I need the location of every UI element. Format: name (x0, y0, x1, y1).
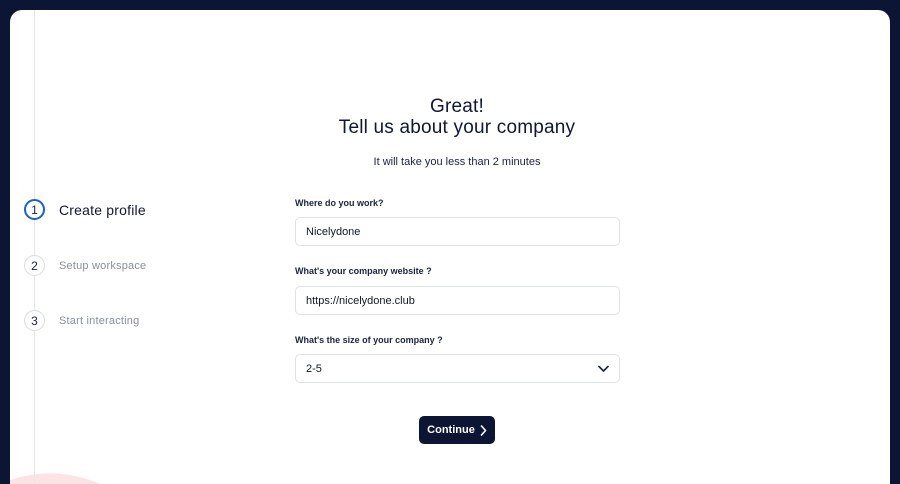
step-label: Create profile (59, 201, 146, 218)
company-field[interactable] (295, 217, 620, 246)
company-label: Where do you work? (295, 198, 384, 208)
company-size-select[interactable]: 2-5 (295, 354, 620, 383)
size-label: What's the size of your company ? (295, 335, 443, 345)
onboarding-card: 1 Create profile 2 Setup workspace 3 Sta… (10, 10, 890, 484)
step-number: 1 (24, 199, 45, 220)
step-setup-workspace: 2 Setup workspace (24, 255, 146, 276)
continue-button[interactable]: Continue (419, 416, 495, 444)
title-line-2: Tell us about your company (338, 117, 576, 138)
step-label: Start interacting (59, 314, 140, 327)
website-input[interactable] (306, 294, 609, 307)
company-size-value: 2-5 (306, 362, 322, 375)
page-title: Great! Tell us about your company (257, 96, 657, 138)
step-label: Setup workspace (59, 259, 147, 272)
step-number: 3 (24, 310, 45, 331)
step-start-interacting: 3 Start interacting (24, 310, 139, 331)
company-input[interactable] (306, 225, 609, 238)
chevron-down-icon (598, 365, 609, 372)
title-line-1: Great! (430, 96, 484, 117)
step-number: 2 (24, 255, 45, 276)
website-field[interactable] (295, 286, 620, 315)
step-create-profile: 1 Create profile (24, 199, 146, 220)
website-label: What's your company website ? (295, 266, 432, 276)
chevron-right-icon (480, 424, 487, 436)
continue-label: Continue (427, 424, 475, 436)
page-subtitle: It will take you less than 2 minutes (373, 156, 541, 168)
stepper-rail (34, 10, 35, 484)
decorative-wave (10, 473, 101, 484)
